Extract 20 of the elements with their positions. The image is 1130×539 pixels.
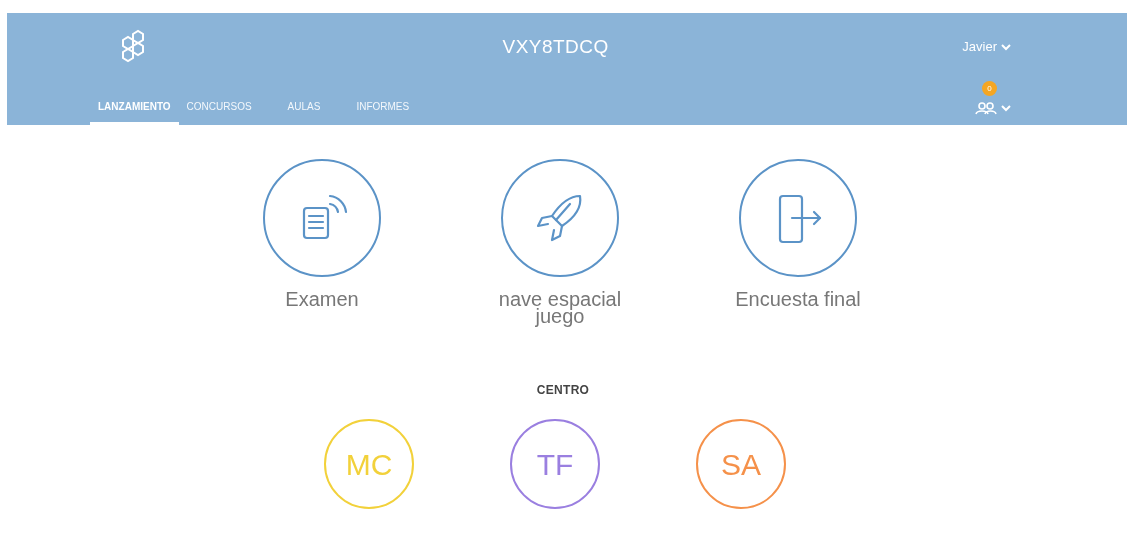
chevron-down-icon xyxy=(1001,104,1011,112)
nav-tab[interactable]: LANZAMIENTO xyxy=(90,99,179,125)
notification-badge: 0 xyxy=(982,81,997,96)
nav-tab[interactable]: CONCURSOS xyxy=(178,99,260,125)
launch-label: nave espacial juego xyxy=(497,291,623,325)
room-avatar[interactable]: TF xyxy=(510,419,600,509)
nav-tab[interactable]: INFORMES xyxy=(348,99,418,125)
launch-button[interactable] xyxy=(501,159,619,277)
section-title: CENTRO xyxy=(535,382,591,399)
launch-label: Examen xyxy=(284,291,360,308)
session-code: VXY8TDCQ xyxy=(501,34,610,59)
nav-tab[interactable]: AULAS xyxy=(279,99,329,125)
room-avatar[interactable]: SA xyxy=(696,419,786,509)
launch-button[interactable] xyxy=(263,159,381,277)
people-icon xyxy=(975,101,997,115)
launch-label: Encuesta final xyxy=(734,291,862,308)
user-menu[interactable]: Javier xyxy=(962,37,1011,57)
chevron-down-icon xyxy=(1001,43,1011,51)
launch-button[interactable] xyxy=(739,159,857,277)
room-avatar[interactable]: MC xyxy=(324,419,414,509)
